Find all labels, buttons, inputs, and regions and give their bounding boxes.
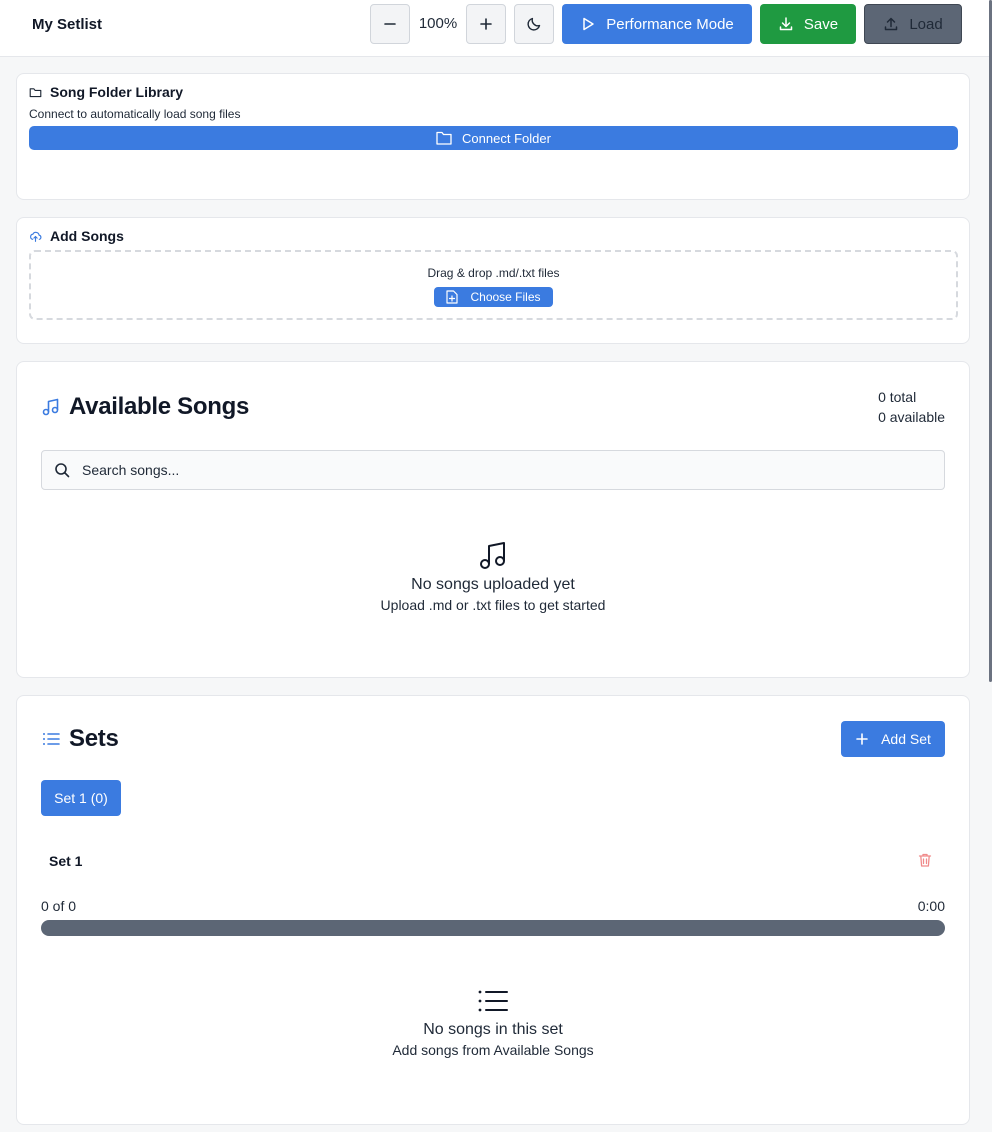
folder-library-card: Song Folder Library Connect to automatic…	[16, 73, 970, 200]
download-icon	[779, 17, 793, 31]
connect-folder-button[interactable]: Connect Folder	[29, 126, 958, 150]
load-label: Load	[909, 15, 943, 33]
music-note-icon	[480, 542, 505, 569]
sets-card: Sets Add Set Set 1 (0) Set 1 0 of 0 0:00…	[16, 695, 970, 1125]
add-songs-card: Add Songs Drag & drop .md/.txt files Cho…	[16, 217, 970, 344]
folder-library-description: Connect to automatically load song files	[29, 107, 241, 121]
zoom-level: 100%	[418, 15, 458, 32]
search-input[interactable]	[82, 451, 932, 489]
trash-icon[interactable]	[917, 852, 933, 868]
set-tab[interactable]: Set 1 (0)	[41, 780, 121, 816]
cloud-upload-icon	[30, 231, 42, 242]
folder-icon	[436, 131, 452, 145]
set-empty-state: No songs in this set Add songs from Avai…	[17, 986, 969, 1058]
music-note-icon	[42, 398, 59, 416]
choose-files-button[interactable]: Choose Files	[434, 287, 553, 307]
add-songs-title: Add Songs	[50, 228, 124, 244]
performance-mode-button[interactable]: Performance Mode	[562, 4, 752, 44]
song-counts: 0 total 0 available	[878, 387, 945, 427]
available-songs-title: Available Songs	[69, 393, 250, 420]
available-count: 0 available	[878, 409, 945, 425]
list-icon	[43, 733, 60, 745]
zoom-out-button[interactable]	[370, 4, 410, 44]
upload-icon	[885, 17, 898, 31]
performance-mode-label: Performance Mode	[606, 15, 734, 33]
choose-files-label: Choose Files	[470, 290, 541, 304]
connect-folder-label: Connect Folder	[462, 130, 551, 146]
dropzone-text: Drag & drop .md/.txt files	[427, 266, 560, 280]
plus-icon	[480, 18, 492, 30]
songs-empty-subtitle: Upload .md or .txt files to get started	[380, 597, 606, 613]
add-set-button[interactable]: Add Set	[841, 721, 945, 757]
plus-icon	[856, 733, 868, 745]
sets-header: Sets	[41, 725, 119, 753]
song-search[interactable]	[41, 450, 945, 490]
set-duration: 0:00	[917, 898, 945, 914]
songs-empty-state: No songs uploaded yet Upload .md or .txt…	[17, 539, 969, 613]
zoom-in-button[interactable]	[466, 4, 506, 44]
sets-title: Sets	[69, 725, 119, 752]
set-empty-subtitle: Add songs from Available Songs	[392, 1042, 594, 1058]
set-name: Set 1	[49, 853, 83, 869]
set-progress-text: 0 of 0	[41, 898, 77, 914]
folder-library-title: Song Folder Library	[50, 84, 184, 100]
play-icon	[583, 17, 594, 31]
search-icon	[55, 463, 70, 478]
available-songs-header: Available Songs	[41, 393, 249, 421]
set-progress-bar	[41, 920, 945, 936]
folder-icon	[29, 87, 42, 97]
set-empty-title: No songs in this set	[423, 1021, 563, 1038]
file-plus-icon	[446, 290, 459, 304]
theme-toggle-button[interactable]	[514, 4, 554, 44]
file-dropzone[interactable]: Drag & drop .md/.txt files Choose Files	[29, 250, 958, 320]
app-title: My Setlist	[32, 16, 103, 33]
save-button[interactable]: Save	[760, 4, 856, 44]
add-songs-header: Add Songs	[29, 228, 124, 244]
minus-icon	[384, 23, 396, 25]
available-songs-card: Available Songs 0 total 0 available No s…	[16, 361, 970, 678]
save-label: Save	[803, 15, 839, 33]
list-icon	[478, 990, 508, 1012]
moon-icon	[527, 17, 541, 31]
folder-library-header: Song Folder Library	[29, 84, 183, 100]
load-button[interactable]: Load	[864, 4, 962, 44]
songs-empty-title: No songs uploaded yet	[411, 576, 575, 593]
add-set-label: Add Set	[881, 731, 931, 747]
total-count: 0 total	[878, 389, 917, 405]
top-toolbar: My Setlist 100% Performance Mode Save Lo…	[0, 0, 989, 57]
